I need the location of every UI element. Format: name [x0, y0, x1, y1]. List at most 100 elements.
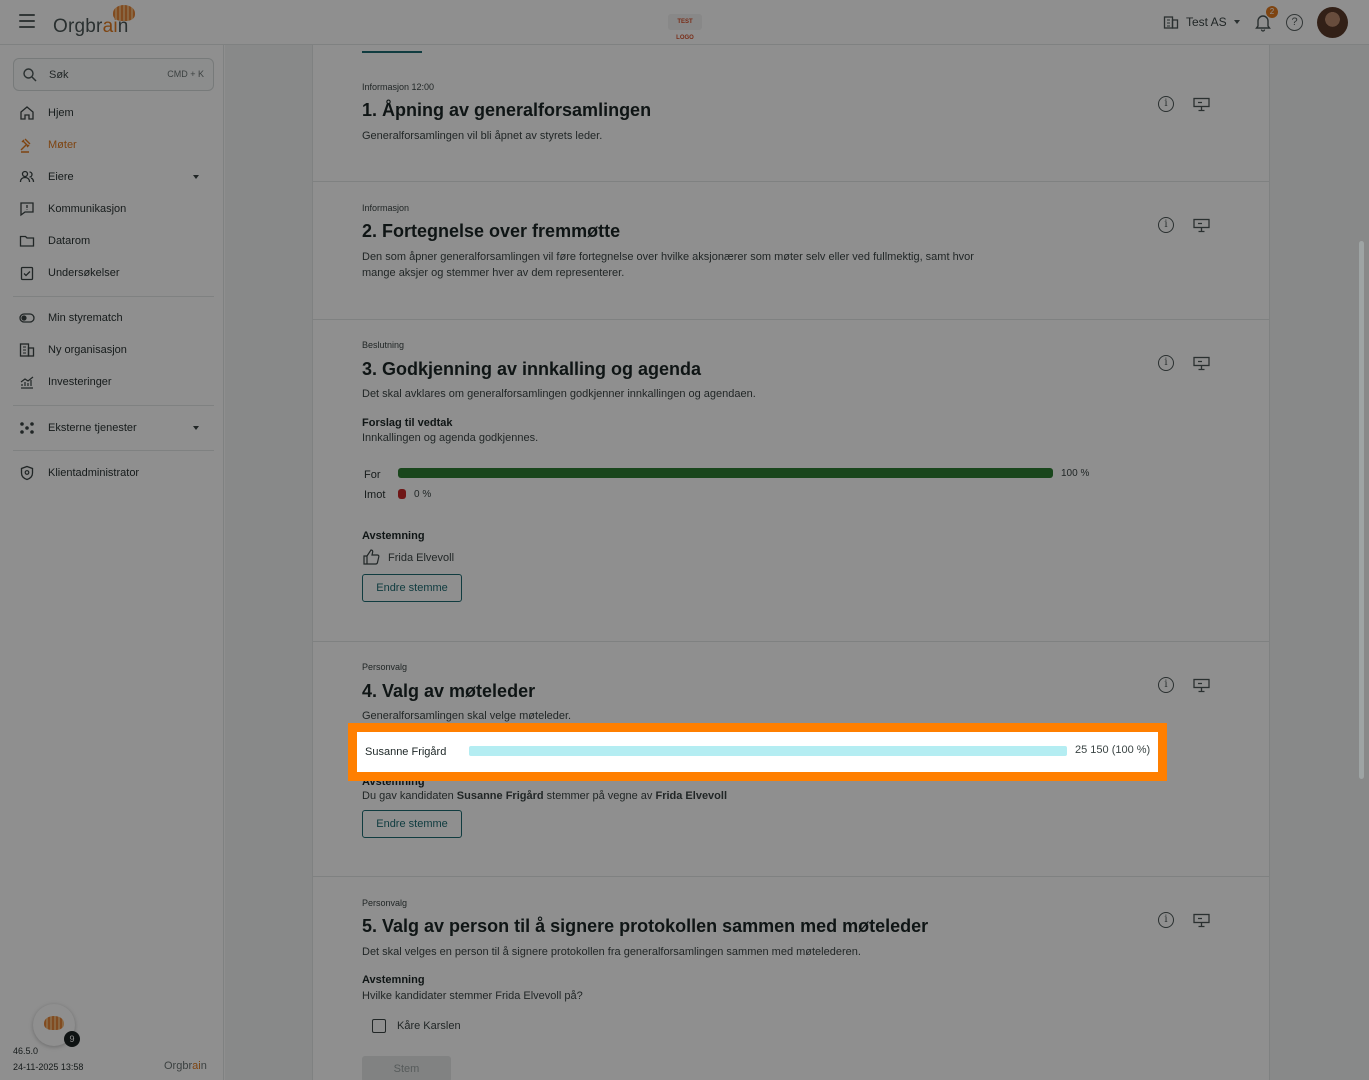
brain-logo-icon: [113, 5, 135, 21]
info-icon[interactable]: i: [1158, 912, 1174, 928]
chevron-down-icon: [1233, 20, 1240, 24]
candidate-checkbox[interactable]: [372, 1019, 386, 1033]
submit-vote-button[interactable]: Stem: [362, 1056, 451, 1080]
org-switcher[interactable]: Test AS: [1163, 14, 1240, 30]
vote-note-text: stemmer på vegne av: [543, 790, 656, 802]
agenda-type: Personvalg: [362, 898, 408, 908]
sidebar-item-label: Eksterne tjenester: [48, 422, 137, 434]
tab-indicator: [362, 51, 422, 53]
against-label: Imot: [364, 489, 386, 501]
network-icon: [18, 419, 36, 437]
chart-icon: [18, 373, 36, 391]
info-icon[interactable]: i: [1158, 355, 1174, 371]
agenda-title: 1. Åpning av generalforsamlingen: [362, 100, 652, 120]
sidebar-item-eksterne-tjenester[interactable]: Eksterne tjenester: [18, 416, 213, 440]
sidebar-item-label: Eiere: [48, 171, 74, 183]
agenda-title: 4. Valg av møteleder: [362, 681, 536, 701]
message-icon: [18, 200, 36, 218]
sidebar-item-investeringer[interactable]: Investeringer: [18, 370, 213, 394]
against-result-bar: [398, 489, 406, 499]
sidebar-item-label: Ny organisasjon: [48, 344, 127, 356]
presentation-icon[interactable]: [1193, 356, 1210, 371]
search-shortcut: CMD + K: [167, 69, 204, 79]
brain-logo-icon: [44, 1016, 64, 1030]
sidebar-item-label: Kommunikasjon: [48, 203, 127, 215]
voter-name: Frida Elvevoll: [388, 552, 455, 564]
sidebar-item-eiere[interactable]: Eiere: [18, 165, 213, 189]
agenda-item-5: Personvalg 5. Valg av person til å signe…: [312, 877, 1270, 1080]
notification-badge: 2: [1266, 6, 1278, 18]
sidebar-item-label: Hjem: [48, 107, 74, 119]
sidebar-item-label: Undersøkelser: [48, 267, 120, 279]
menu-icon[interactable]: [19, 14, 35, 28]
clipboard-icon: [18, 264, 36, 282]
sidebar-item-klientadministrator[interactable]: Klientadministrator: [18, 461, 213, 485]
app-version: 46.5.0: [13, 1046, 39, 1056]
info-icon[interactable]: i: [1158, 677, 1174, 693]
candidate-option-label: Kåre Karslen: [397, 1020, 461, 1032]
search-input[interactable]: Søk CMD + K: [13, 58, 214, 91]
avatar[interactable]: [1317, 7, 1348, 38]
for-percent: 100 %: [1061, 468, 1090, 479]
sidebar-item-kommunikasjon[interactable]: Kommunikasjon: [18, 197, 213, 221]
search-placeholder: Søk: [49, 69, 69, 81]
sidebar-item-label: Møter: [48, 139, 77, 151]
info-icon[interactable]: i: [1158, 96, 1174, 112]
agenda-title: 5. Valg av person til å signere protokol…: [362, 916, 929, 936]
candidate-name: Susanne Frigård: [365, 746, 447, 758]
presentation-icon[interactable]: [1193, 218, 1210, 233]
sidebar-item-label: Klientadministrator: [48, 467, 140, 479]
agenda-type: Beslutning: [362, 340, 405, 350]
org-name: Test AS: [1186, 15, 1227, 29]
sidebar: Søk CMD + K Hjem Møter Eiere Kommunikasj…: [0, 45, 224, 1080]
footer-brand: Orgbrain: [164, 1060, 207, 1072]
candidate-result-bar: [469, 746, 1067, 756]
sidebar-item-undersokelser[interactable]: Undersøkelser: [18, 261, 213, 285]
divider: [13, 450, 214, 451]
vote-note: Du gav kandidaten Susanne Frigård stemme…: [362, 790, 727, 802]
scrollbar[interactable]: [1359, 241, 1364, 779]
for-result-bar: [398, 468, 1053, 478]
building-icon: [1163, 16, 1179, 29]
agenda-description: Generalforsamlingen skal velge møteleder…: [362, 710, 572, 722]
info-icon[interactable]: i: [1158, 217, 1174, 233]
divider: [13, 405, 214, 406]
help-icon[interactable]: ?: [1286, 14, 1303, 31]
org-logo: TEST LOGO: [668, 14, 702, 41]
sidebar-item-ny-organisasjon[interactable]: Ny organisasjon: [18, 338, 213, 362]
search-icon: [23, 68, 37, 82]
presentation-icon[interactable]: [1193, 913, 1210, 928]
brand-text: Orgbr: [53, 16, 103, 37]
sidebar-item-datarom[interactable]: Datarom: [18, 229, 213, 253]
agenda-title: 3. Godkjenning av innkalling og agenda: [362, 359, 702, 379]
proposal-heading: Forslag til vedtak: [362, 417, 453, 429]
for-label: For: [364, 469, 381, 481]
assistant-button[interactable]: 9: [33, 1004, 80, 1047]
agenda-description: Generalforsamlingen vil bli åpnet av sty…: [362, 130, 603, 142]
change-vote-button[interactable]: Endre stemme: [362, 810, 462, 838]
agenda-item-3: Beslutning 3. Godkjenning av innkalling …: [312, 320, 1270, 642]
agenda-title: 2. Fortegnelse over fremmøtte: [362, 221, 621, 241]
change-vote-button[interactable]: Endre stemme: [362, 574, 462, 602]
assistant-badge: 9: [64, 1031, 80, 1047]
agenda-type: Personvalg: [362, 662, 408, 672]
sidebar-item-hjem[interactable]: Hjem: [18, 101, 213, 125]
chevron-down-icon: [193, 426, 199, 430]
footer-brand-accent: ai: [192, 1060, 201, 1072]
sidebar-item-min-styrematch[interactable]: Min styrematch: [18, 306, 213, 330]
sidebar-item-label: Datarom: [48, 235, 91, 247]
voting-question: Hvilke kandidater stemmer Frida Elvevoll…: [362, 990, 583, 1002]
presentation-icon[interactable]: [1193, 97, 1210, 112]
agenda-type: Informasjon 12:00: [362, 82, 435, 92]
footer-brand-end: n: [200, 1060, 207, 1072]
agenda-item-1: Informasjon 12:00 1. Åpning av generalfo…: [312, 55, 1270, 182]
vote-note-voter: Frida Elvevoll: [655, 790, 728, 802]
sidebar-item-label: Min styrematch: [48, 312, 123, 324]
sidebar-item-moter[interactable]: Møter: [18, 133, 213, 157]
shield-icon: [18, 464, 36, 482]
agenda-description: Det skal velges en person til å signere …: [362, 946, 861, 958]
chevron-down-icon: [193, 175, 199, 179]
presentation-icon[interactable]: [1193, 678, 1210, 693]
top-bar: Orgbrain TEST LOGO Test AS 2 ?: [0, 0, 1369, 45]
agenda-item-2: Informasjon 2. Fortegnelse over fremmøtt…: [312, 182, 1270, 320]
